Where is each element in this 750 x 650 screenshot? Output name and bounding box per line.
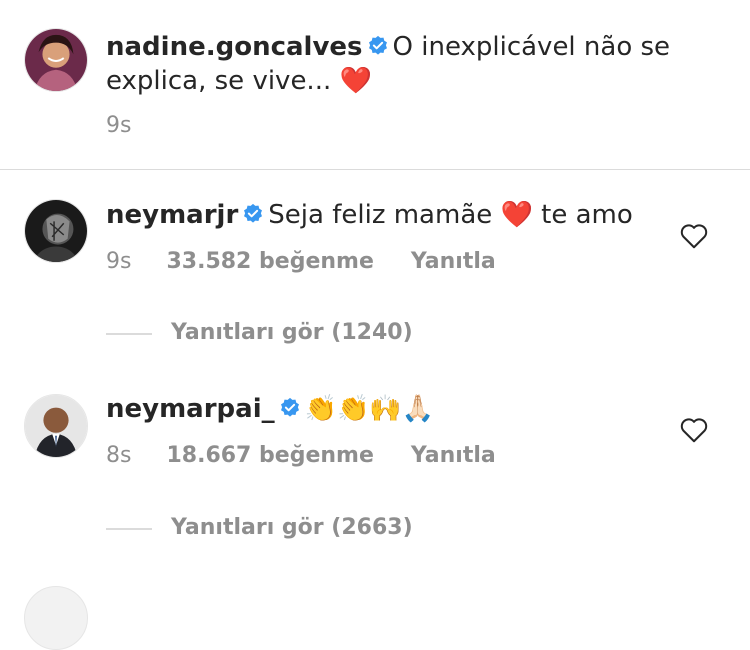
verified-badge-icon: [368, 35, 387, 55]
comment-likes[interactable]: 33.582 beğenme: [166, 249, 373, 274]
comment-avatar-next[interactable]: [24, 586, 88, 650]
caption-text-1: O inexplicável não se: [392, 32, 671, 62]
heart-outline-icon[interactable]: [679, 416, 709, 444]
comment-username[interactable]: neymarpai_: [106, 394, 275, 424]
view-replies-button[interactable]: Yanıtları gör (2663): [171, 515, 413, 540]
comment-meta: 8s 18.667 beğenme Yanıtla: [106, 443, 496, 468]
avatar-image: [25, 395, 87, 457]
comment-line: neymarpai_ 👏👏🙌🙏🏻: [106, 392, 434, 426]
verified-badge-icon: [280, 397, 299, 417]
avatar-image: [25, 200, 87, 262]
comment-line: neymarjr Seja feliz mamãe ❤️ te amo: [106, 198, 633, 232]
comment-avatar-neymarjr[interactable]: [24, 199, 88, 263]
caption-avatar[interactable]: [24, 28, 88, 92]
avatar-image: [25, 29, 87, 91]
comment-username[interactable]: neymarjr: [106, 200, 238, 230]
comment-avatar-neymarpai[interactable]: [24, 394, 88, 458]
comment-text: Seja feliz mamãe ❤️ te amo: [268, 200, 633, 230]
comment-time: 9s: [106, 249, 132, 274]
caption-line-2: explica, se vive... ❤️: [106, 66, 372, 96]
reply-button[interactable]: Yanıtla: [411, 249, 496, 274]
heart-outline-icon[interactable]: [679, 222, 709, 250]
reply-button[interactable]: Yanıtla: [411, 443, 496, 468]
caption-username[interactable]: nadine.goncalves: [106, 32, 363, 62]
caption-line-1: nadine.goncalves O inexplicável não se: [106, 30, 670, 64]
comment-likes[interactable]: 18.667 beğenme: [166, 443, 373, 468]
comment-text: 👏👏🙌🙏🏻: [304, 394, 435, 424]
caption-divider: [0, 169, 750, 170]
replies-divider: [106, 528, 152, 530]
verified-badge-icon: [244, 203, 263, 223]
comment-time: 8s: [106, 443, 132, 468]
replies-divider: [106, 333, 152, 335]
view-replies-button[interactable]: Yanıtları gör (1240): [171, 320, 413, 345]
comment-meta: 9s 33.582 beğenme Yanıtla: [106, 249, 496, 274]
caption-time: 9s: [106, 113, 132, 138]
